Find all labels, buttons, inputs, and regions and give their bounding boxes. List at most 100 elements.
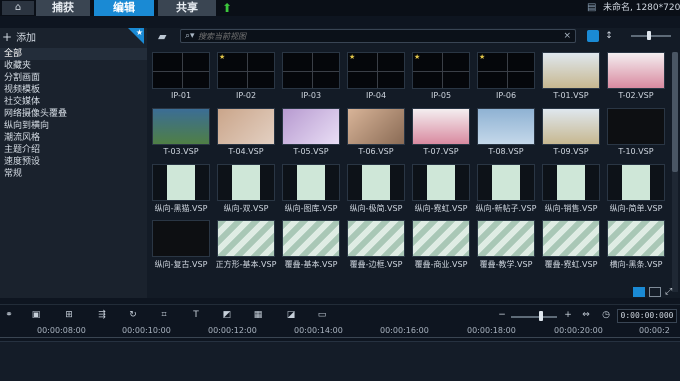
thumbnail-label: 横向-黑条.VSP (609, 260, 663, 269)
category-item[interactable]: 速度预设 (0, 156, 147, 168)
zoom-handle[interactable] (539, 311, 543, 321)
list-view-button[interactable] (587, 30, 599, 42)
tab-edit[interactable]: 编辑 (94, 0, 154, 16)
template-thumbnail[interactable]: IP-03 (282, 52, 340, 100)
template-thumbnail[interactable]: 覆叠-商业.VSP (412, 220, 470, 269)
home-icon: ⌂ (14, 2, 22, 13)
template-thumbnail[interactable]: T-03.VSP (152, 108, 210, 156)
category-item[interactable]: 纵向到横向 (0, 120, 147, 132)
thumbnail-preview (542, 52, 600, 89)
thumbnail-preview (607, 164, 665, 201)
template-thumbnail[interactable]: T-06.VSP (347, 108, 405, 156)
template-thumbnail[interactable]: 纵向-销售.VSP (542, 164, 600, 213)
template-thumbnail[interactable]: 纵向-图库.VSP (282, 164, 340, 213)
search-input[interactable] (198, 30, 558, 42)
thumbnail-label: IP-05 (430, 91, 452, 100)
template-thumbnail[interactable]: T-10.VSP (607, 108, 665, 156)
zoom-in-icon[interactable]: + (560, 309, 576, 321)
template-thumbnail[interactable]: T-08.VSP (477, 108, 535, 156)
template-thumbnail[interactable]: T-01.VSP (542, 52, 600, 100)
thumbnail-label: 覆叠-教学.VSP (479, 260, 533, 269)
expand-icon[interactable]: ⤢ (665, 287, 677, 297)
zoom-slider[interactable] (511, 316, 557, 318)
category-item[interactable]: 主题介绍 (0, 144, 147, 156)
template-thumbnail[interactable]: 纵向-双.VSP (217, 164, 275, 213)
thumbnail-label: IP-01 (170, 91, 192, 100)
thumbnail-label: 覆叠-边框.VSP (349, 260, 403, 269)
zoom-out-icon[interactable]: − (494, 309, 510, 321)
mask-icon[interactable]: ◩ (219, 309, 235, 321)
tab-capture[interactable]: 捕获 (36, 0, 90, 16)
tracks-icon[interactable]: ⚭ (1, 309, 17, 321)
category-sidebar: + 添加 ★ 全部 收藏夹 分割画面 视频模板 社交媒体 网络摄像头覆叠 纵向到横… (0, 28, 147, 326)
template-thumbnail[interactable]: T-09.VSP (542, 108, 600, 156)
template-thumbnail[interactable]: 横向-黑条.VSP (607, 220, 665, 269)
category-item[interactable]: 常规 (0, 168, 147, 180)
slider-handle[interactable] (647, 31, 651, 40)
thumbnail-label: 纵向-霓虹.VSP (414, 204, 468, 213)
category-item[interactable]: 潮流风格 (0, 132, 147, 144)
loop-icon[interactable]: ↻ (125, 309, 141, 321)
thumbnail-label: T-01.VSP (553, 91, 589, 100)
template-thumbnail[interactable]: 纵向-黑猫.VSP (152, 164, 210, 213)
template-thumbnail[interactable]: T-05.VSP (282, 108, 340, 156)
color-icon[interactable]: ▦ (250, 309, 266, 321)
folder-icon[interactable]: ▰ (158, 31, 172, 43)
template-thumbnail[interactable]: ★ IP-06 (477, 52, 535, 100)
title-icon[interactable]: ▣ (28, 309, 44, 321)
home-button[interactable]: ⌂ (2, 1, 34, 15)
favorite-star-icon: ★ (219, 53, 226, 61)
thumbnail-label: 纵向-新帖子.VSP (475, 204, 537, 213)
template-thumbnail[interactable]: 纵向-简单.VSP (607, 164, 665, 213)
thumbnail-label: 纵向-极简.VSP (349, 204, 403, 213)
template-thumbnail[interactable]: T-07.VSP (412, 108, 470, 156)
thumbnail-size-slider[interactable] (631, 35, 671, 37)
clock-icon[interactable]: ◷ (598, 309, 614, 321)
category-item[interactable]: 社交媒体 (0, 96, 147, 108)
sort-button[interactable]: ↕ (603, 30, 615, 42)
category-item[interactable]: 视频模板 (0, 84, 147, 96)
template-thumbnail[interactable]: 纵向-霓虹.VSP (412, 164, 470, 213)
stabilize-icon[interactable]: ◪ (283, 309, 299, 321)
template-thumbnail[interactable]: ★ IP-02 (217, 52, 275, 100)
upload-arrow-icon[interactable]: ⬆ (222, 1, 234, 15)
template-thumbnail[interactable]: 覆叠-霓虹.VSP (542, 220, 600, 269)
template-thumbnail[interactable]: ★ IP-04 (347, 52, 405, 100)
thumbnail-preview (412, 108, 470, 145)
text-3d-icon[interactable]: T (188, 309, 204, 321)
thumbnail-preview (477, 108, 535, 145)
template-thumbnail[interactable]: 正方形-基本.VSP (216, 220, 276, 269)
list-view-icon[interactable] (649, 287, 661, 297)
motion-icon[interactable]: ⇶ (94, 309, 110, 321)
thumbnail-view-icon[interactable] (633, 287, 645, 297)
template-thumbnail[interactable]: IP-01 (152, 52, 210, 100)
category-item[interactable]: 网络摄像头覆叠 (0, 108, 147, 120)
timeline-ruler[interactable]: 00:00:08:00 00:00:10:00 00:00:12:00 00:0… (0, 326, 680, 340)
category-item[interactable]: 收藏夹 (0, 60, 147, 72)
gif-icon[interactable]: ▭ (314, 309, 330, 321)
template-thumbnail[interactable]: T-04.VSP (217, 108, 275, 156)
template-thumbnail[interactable]: 覆叠-教学.VSP (477, 220, 535, 269)
favorite-star-icon: ★ (414, 53, 421, 61)
template-thumbnail[interactable]: T-02.VSP (607, 52, 665, 100)
scrollbar-thumb[interactable] (672, 52, 678, 172)
category-item[interactable]: 分割画面 (0, 72, 147, 84)
template-thumbnail[interactable]: 覆叠-基本.VSP (282, 220, 340, 269)
timecode-display[interactable]: 0:00:00:000 (617, 309, 677, 323)
template-thumbnail[interactable]: ★ IP-05 (412, 52, 470, 100)
template-thumbnail[interactable]: 纵向-极简.VSP (347, 164, 405, 213)
template-thumbnail[interactable]: 纵向-复古.VSP (152, 220, 210, 269)
thumbnail-preview (217, 108, 275, 145)
clear-icon[interactable]: × (563, 30, 571, 42)
thumbnail-preview (412, 220, 470, 257)
add-button[interactable]: + 添加 (2, 29, 36, 44)
ruler-tick: 00:00:16:00 (380, 326, 429, 335)
split-screen-icon[interactable]: ⊞ (61, 309, 77, 321)
template-thumbnail[interactable]: 纵向-新帖子.VSP (476, 164, 536, 213)
fit-icon[interactable]: ⇔ (578, 309, 594, 321)
category-item[interactable]: 全部 (0, 48, 147, 60)
tab-share[interactable]: 共享 (158, 0, 216, 16)
template-thumbnail[interactable]: 覆叠-边框.VSP (347, 220, 405, 269)
crop-icon[interactable]: ⌗ (156, 309, 172, 321)
timeline-track-area[interactable] (0, 341, 680, 381)
